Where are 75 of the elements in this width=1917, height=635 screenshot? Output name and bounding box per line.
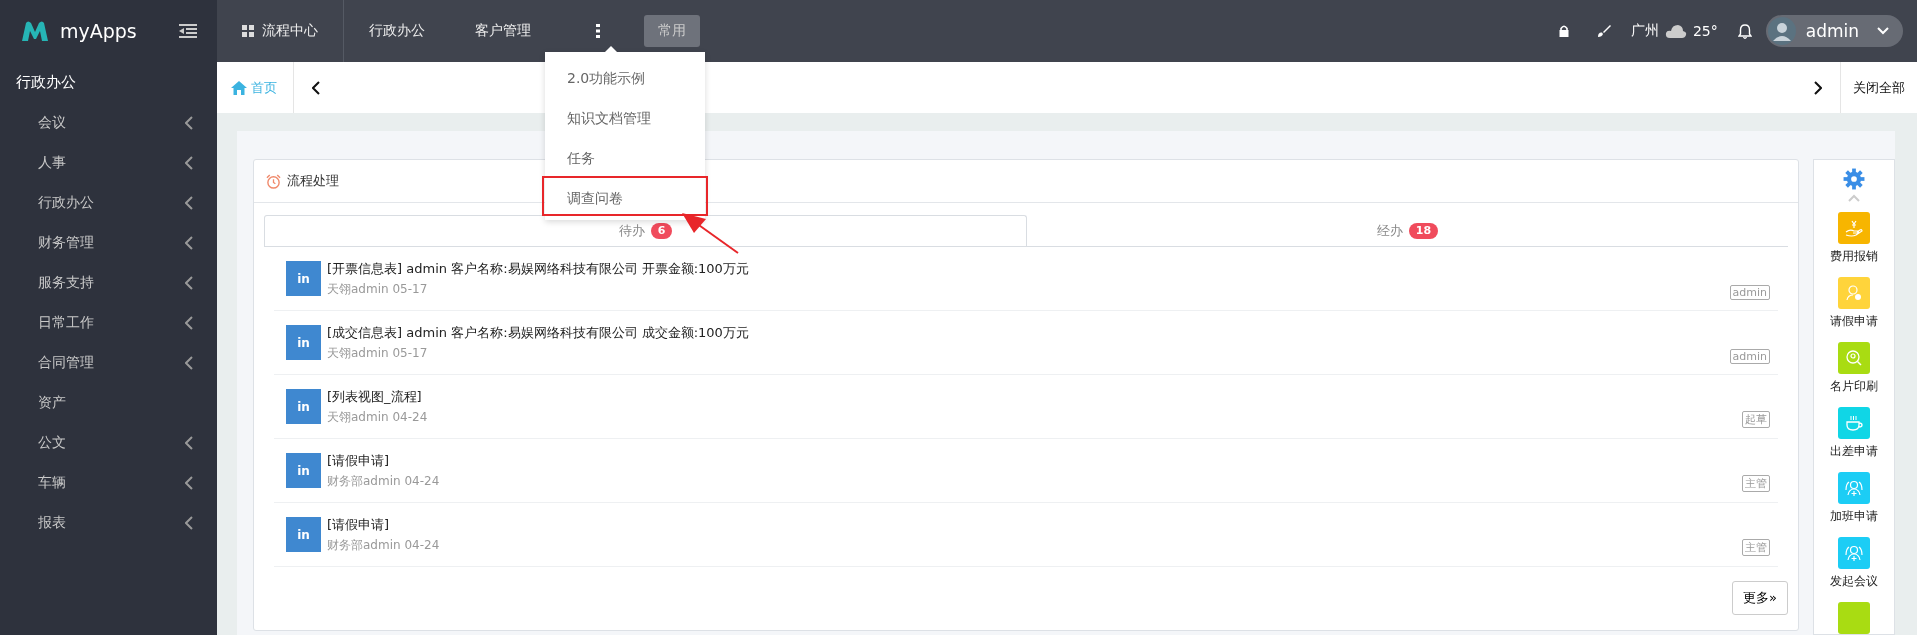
card-title: 流程处理 (287, 172, 339, 190)
sidebar-item[interactable]: 行政办公 (0, 183, 217, 223)
logo-icon (20, 20, 50, 42)
chevron-down-icon (1877, 27, 1889, 35)
item-meta: 天翎admin 04-24 (327, 408, 429, 426)
brush-icon[interactable] (1596, 24, 1611, 38)
sidebar-item[interactable]: 资产 (0, 383, 217, 423)
item-meta: 天翎admin 05-17 (327, 344, 429, 362)
avatar-icon (1767, 17, 1796, 45)
shortcut[interactable]: 加班申请 (1830, 472, 1878, 525)
item-title[interactable]: [成交信息表] admin 客户名称:易娱网络科技有限公司 成交金额:100万元 (327, 323, 1724, 342)
item-meta: 财务部admin 04-24 (327, 472, 441, 490)
sidebar-item[interactable]: 人事 (0, 143, 217, 183)
sidebar-item[interactable]: 服务支持 (0, 263, 217, 303)
chevron-left-icon[interactable] (312, 80, 320, 95)
sidebar-title: 行政办公 (15, 72, 77, 93)
role-tag: admin (1729, 349, 1770, 364)
menu-item[interactable]: 知识文档管理 (545, 96, 705, 136)
shortcut[interactable]: 发起会议 (1830, 537, 1878, 590)
sidebar-item[interactable]: 报表 (0, 503, 217, 543)
item-title[interactable]: [请假申请] (327, 515, 1736, 534)
sidebar-item[interactable]: 会议 (0, 103, 217, 143)
item-icon: in (286, 517, 321, 552)
sidebar-item[interactable]: 合同管理 (0, 343, 217, 383)
more-icon[interactable] (596, 24, 600, 38)
item-meta: 天翎admin 05-17 (327, 280, 429, 298)
bell-icon[interactable] (1737, 23, 1752, 39)
chevron-right-icon[interactable] (1814, 80, 1822, 95)
shortcut-label: 加班申请 (1830, 508, 1878, 525)
sidebar-item[interactable]: 车辆 (0, 463, 217, 503)
sidebar-item[interactable]: 公文 (0, 423, 217, 463)
annotation-arrow (682, 213, 739, 254)
sidebar-item[interactable]: 日常工作 (0, 303, 217, 343)
home-icon (231, 80, 247, 95)
shortcut-label: 请假申请 (1830, 313, 1878, 330)
brand-name: myApps (60, 20, 138, 42)
item-icon: in (286, 389, 321, 424)
role-tag: 起草 (1742, 411, 1770, 428)
shortcut-label: 费用报销 (1830, 248, 1878, 265)
shortcut-label: 发起会议 (1830, 573, 1878, 590)
item-icon: in (286, 453, 321, 488)
settings-icon[interactable] (1843, 168, 1865, 190)
lock-icon[interactable] (1558, 25, 1569, 37)
role-tag: admin (1729, 285, 1770, 300)
shortcut-label: 出差申请 (1830, 443, 1878, 460)
shortcut[interactable]: 请假申请 (1830, 277, 1878, 330)
item-meta: 财务部admin 04-24 (327, 536, 441, 554)
menu-item[interactable]: 任务 (545, 136, 705, 176)
menu-icon[interactable] (179, 24, 197, 38)
menu-item[interactable]: 调查问卷 (542, 176, 708, 216)
shortcut[interactable]: 名片印刷 (1830, 342, 1878, 395)
item-icon: in (286, 325, 321, 360)
shortcut[interactable]: 出差申请 (1830, 407, 1878, 460)
count-badge: 18 (1408, 222, 1439, 239)
tab[interactable]: 待办 6 (264, 215, 1027, 246)
grid-icon (242, 25, 254, 37)
nav-item[interactable]: 行政办公 (344, 0, 450, 62)
more-button[interactable]: 更多» (1732, 581, 1788, 615)
item-title[interactable]: [列表视图_流程] (327, 387, 1736, 406)
alarm-clock-icon (266, 173, 281, 189)
temperature: 25° (1692, 23, 1718, 39)
nav-item[interactable]: 流程中心 (217, 0, 343, 62)
item-title[interactable]: [开票信息表] admin 客户名称:易娱网络科技有限公司 开票金额:100万元 (327, 259, 1724, 278)
count-badge: 6 (650, 223, 673, 239)
role-tag: 主管 (1742, 539, 1770, 556)
sidebar-item[interactable]: 财务管理 (0, 223, 217, 263)
tab[interactable]: 经办 18 (1027, 215, 1788, 246)
shortcut-label: 名片印刷 (1830, 378, 1878, 395)
city-label: 广州 (1630, 22, 1659, 40)
shortcut[interactable]: 费用报销 (1830, 212, 1878, 265)
role-tag: 主管 (1742, 475, 1770, 492)
item-title[interactable]: [请假申请] (327, 451, 1736, 470)
cloud-icon (1664, 24, 1687, 38)
user-menu[interactable]: admin (1765, 15, 1903, 47)
item-icon: in (286, 261, 321, 296)
